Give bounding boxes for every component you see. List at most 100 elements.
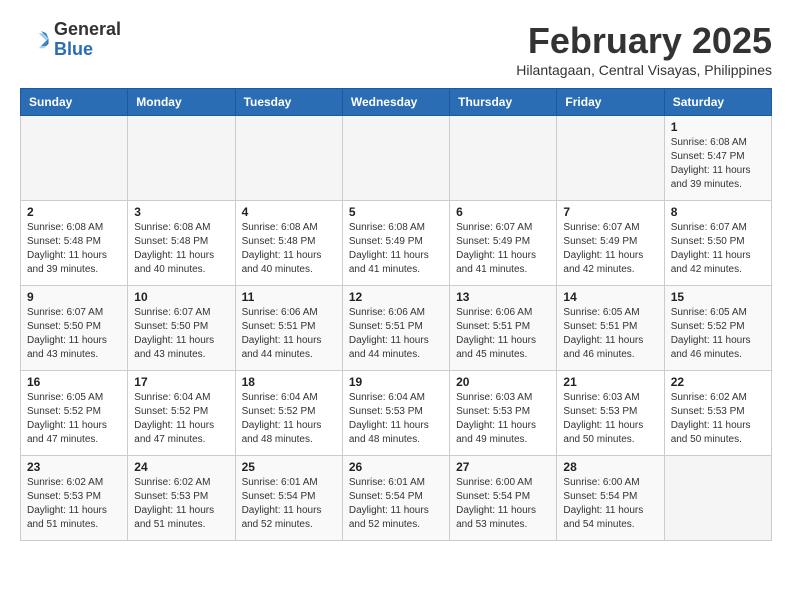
day-info: Sunrise: 6:05 AMSunset: 5:52 PMDaylight:… [671, 306, 765, 362]
header: General Blue February 2025 Hilantagaan, … [20, 20, 772, 78]
day-info: Sunrise: 6:04 AMSunset: 5:52 PMDaylight:… [134, 391, 228, 447]
day-info: Sunrise: 6:02 AMSunset: 5:53 PMDaylight:… [671, 391, 765, 447]
day-number: 11 [242, 290, 336, 304]
calendar-cell: 16 Sunrise: 6:05 AMSunset: 5:52 PMDayligh… [21, 371, 128, 456]
day-number: 1 [671, 120, 765, 134]
calendar-cell [128, 116, 235, 201]
logo-blue: Blue [54, 39, 93, 59]
calendar-cell: 13 Sunrise: 6:06 AMSunset: 5:51 PMDayligh… [450, 286, 557, 371]
day-number: 18 [242, 375, 336, 389]
calendar-cell: 20 Sunrise: 6:03 AMSunset: 5:53 PMDayligh… [450, 371, 557, 456]
day-info: Sunrise: 6:08 AMSunset: 5:48 PMDaylight:… [134, 221, 228, 277]
calendar-header: SundayMondayTuesdayWednesdayThursdayFrid… [21, 89, 772, 116]
calendar-cell: 17Sunrise: 6:04 AMSunset: 5:52 PMDayligh… [128, 371, 235, 456]
day-info: Sunrise: 6:08 AMSunset: 5:47 PMDaylight:… [671, 136, 765, 192]
calendar-table: SundayMondayTuesdayWednesdayThursdayFrid… [20, 88, 772, 541]
day-info: Sunrise: 6:04 AMSunset: 5:53 PMDaylight:… [349, 391, 443, 447]
day-number: 14 [563, 290, 657, 304]
calendar-cell [450, 116, 557, 201]
calendar-cell: 10Sunrise: 6:07 AMSunset: 5:50 PMDayligh… [128, 286, 235, 371]
calendar-cell: 28 Sunrise: 6:00 AMSunset: 5:54 PMDayligh… [557, 456, 664, 541]
day-info: Sunrise: 6:08 AMSunset: 5:48 PMDaylight:… [242, 221, 336, 277]
calendar-cell: 1 Sunrise: 6:08 AMSunset: 5:47 PMDaylight… [664, 116, 771, 201]
day-info: Sunrise: 6:00 AMSunset: 5:54 PMDaylight:… [456, 476, 550, 532]
day-info: Sunrise: 6:08 AMSunset: 5:48 PMDaylight:… [27, 221, 121, 277]
day-number: 26 [349, 460, 443, 474]
day-info: Sunrise: 6:06 AMSunset: 5:51 PMDaylight:… [456, 306, 550, 362]
day-info: Sunrise: 6:08 AMSunset: 5:49 PMDaylight:… [349, 221, 443, 277]
day-info: Sunrise: 6:07 AMSunset: 5:50 PMDaylight:… [671, 221, 765, 277]
day-info: Sunrise: 6:07 AMSunset: 5:50 PMDaylight:… [27, 306, 121, 362]
day-number: 16 [27, 375, 121, 389]
calendar-week-row: 16 Sunrise: 6:05 AMSunset: 5:52 PMDayligh… [21, 371, 772, 456]
day-number: 24 [134, 460, 228, 474]
month-year: February 2025 [516, 20, 772, 62]
day-number: 27 [456, 460, 550, 474]
day-number: 4 [242, 205, 336, 219]
calendar-cell: 9 Sunrise: 6:07 AMSunset: 5:50 PMDaylight… [21, 286, 128, 371]
calendar-cell: 7Sunrise: 6:07 AMSunset: 5:49 PMDaylight… [557, 201, 664, 286]
weekday-header: Tuesday [235, 89, 342, 116]
day-info: Sunrise: 6:05 AMSunset: 5:51 PMDaylight:… [563, 306, 657, 362]
calendar-cell: 22Sunrise: 6:02 AMSunset: 5:53 PMDayligh… [664, 371, 771, 456]
calendar-cell: 2Sunrise: 6:08 AMSunset: 5:48 PMDaylight… [21, 201, 128, 286]
day-number: 21 [563, 375, 657, 389]
calendar-cell: 18 Sunrise: 6:04 AMSunset: 5:52 PMDayligh… [235, 371, 342, 456]
logo-text: General Blue [54, 20, 121, 60]
weekday-header: Monday [128, 89, 235, 116]
calendar-cell: 27 Sunrise: 6:00 AMSunset: 5:54 PMDayligh… [450, 456, 557, 541]
weekday-header: Friday [557, 89, 664, 116]
day-number: 9 [27, 290, 121, 304]
location: Hilantagaan, Central Visayas, Philippine… [516, 62, 772, 78]
logo: General Blue [20, 20, 121, 60]
day-info: Sunrise: 6:04 AMSunset: 5:52 PMDaylight:… [242, 391, 336, 447]
calendar-cell: 5 Sunrise: 6:08 AMSunset: 5:49 PMDaylight… [342, 201, 449, 286]
calendar-cell: 23 Sunrise: 6:02 AMSunset: 5:53 PMDayligh… [21, 456, 128, 541]
calendar-cell [235, 116, 342, 201]
day-info: Sunrise: 6:02 AMSunset: 5:53 PMDaylight:… [27, 476, 121, 532]
day-number: 6 [456, 205, 550, 219]
calendar-cell: 11 Sunrise: 6:06 AMSunset: 5:51 PMDayligh… [235, 286, 342, 371]
weekday-row: SundayMondayTuesdayWednesdayThursdayFrid… [21, 89, 772, 116]
calendar-cell: 4 Sunrise: 6:08 AMSunset: 5:48 PMDaylight… [235, 201, 342, 286]
calendar-cell: 12 Sunrise: 6:06 AMSunset: 5:51 PMDayligh… [342, 286, 449, 371]
day-info: Sunrise: 6:01 AMSunset: 5:54 PMDaylight:… [242, 476, 336, 532]
day-info: Sunrise: 6:03 AMSunset: 5:53 PMDaylight:… [456, 391, 550, 447]
calendar-cell [21, 116, 128, 201]
day-number: 28 [563, 460, 657, 474]
calendar-cell: 3 Sunrise: 6:08 AMSunset: 5:48 PMDaylight… [128, 201, 235, 286]
day-number: 8 [671, 205, 765, 219]
calendar-cell: 21 Sunrise: 6:03 AMSunset: 5:53 PMDayligh… [557, 371, 664, 456]
calendar-cell: 14 Sunrise: 6:05 AMSunset: 5:51 PMDayligh… [557, 286, 664, 371]
day-number: 19 [349, 375, 443, 389]
day-info: Sunrise: 6:05 AMSunset: 5:52 PMDaylight:… [27, 391, 121, 447]
day-info: Sunrise: 6:02 AMSunset: 5:53 PMDaylight:… [134, 476, 228, 532]
day-number: 23 [27, 460, 121, 474]
day-info: Sunrise: 6:06 AMSunset: 5:51 PMDaylight:… [349, 306, 443, 362]
day-number: 15 [671, 290, 765, 304]
day-info: Sunrise: 6:03 AMSunset: 5:53 PMDaylight:… [563, 391, 657, 447]
calendar-cell: 24 Sunrise: 6:02 AMSunset: 5:53 PMDayligh… [128, 456, 235, 541]
logo-icon [20, 25, 50, 55]
day-info: Sunrise: 6:00 AMSunset: 5:54 PMDaylight:… [563, 476, 657, 532]
day-number: 7 [563, 205, 657, 219]
day-number: 5 [349, 205, 443, 219]
calendar-cell [664, 456, 771, 541]
calendar-week-row: 1 Sunrise: 6:08 AMSunset: 5:47 PMDaylight… [21, 116, 772, 201]
day-number: 20 [456, 375, 550, 389]
calendar-week-row: 2Sunrise: 6:08 AMSunset: 5:48 PMDaylight… [21, 201, 772, 286]
day-number: 12 [349, 290, 443, 304]
calendar-cell: 19 Sunrise: 6:04 AMSunset: 5:53 PMDayligh… [342, 371, 449, 456]
calendar-cell: 6 Sunrise: 6:07 AMSunset: 5:49 PMDaylight… [450, 201, 557, 286]
day-number: 3 [134, 205, 228, 219]
weekday-header: Sunday [21, 89, 128, 116]
day-info: Sunrise: 6:07 AMSunset: 5:49 PMDaylight:… [456, 221, 550, 277]
logo-general: General [54, 19, 121, 39]
weekday-header: Saturday [664, 89, 771, 116]
calendar-cell: 15 Sunrise: 6:05 AMSunset: 5:52 PMDayligh… [664, 286, 771, 371]
day-number: 10 [134, 290, 228, 304]
calendar-cell [342, 116, 449, 201]
day-info: Sunrise: 6:06 AMSunset: 5:51 PMDaylight:… [242, 306, 336, 362]
day-number: 13 [456, 290, 550, 304]
calendar-cell: 26Sunrise: 6:01 AMSunset: 5:54 PMDayligh… [342, 456, 449, 541]
